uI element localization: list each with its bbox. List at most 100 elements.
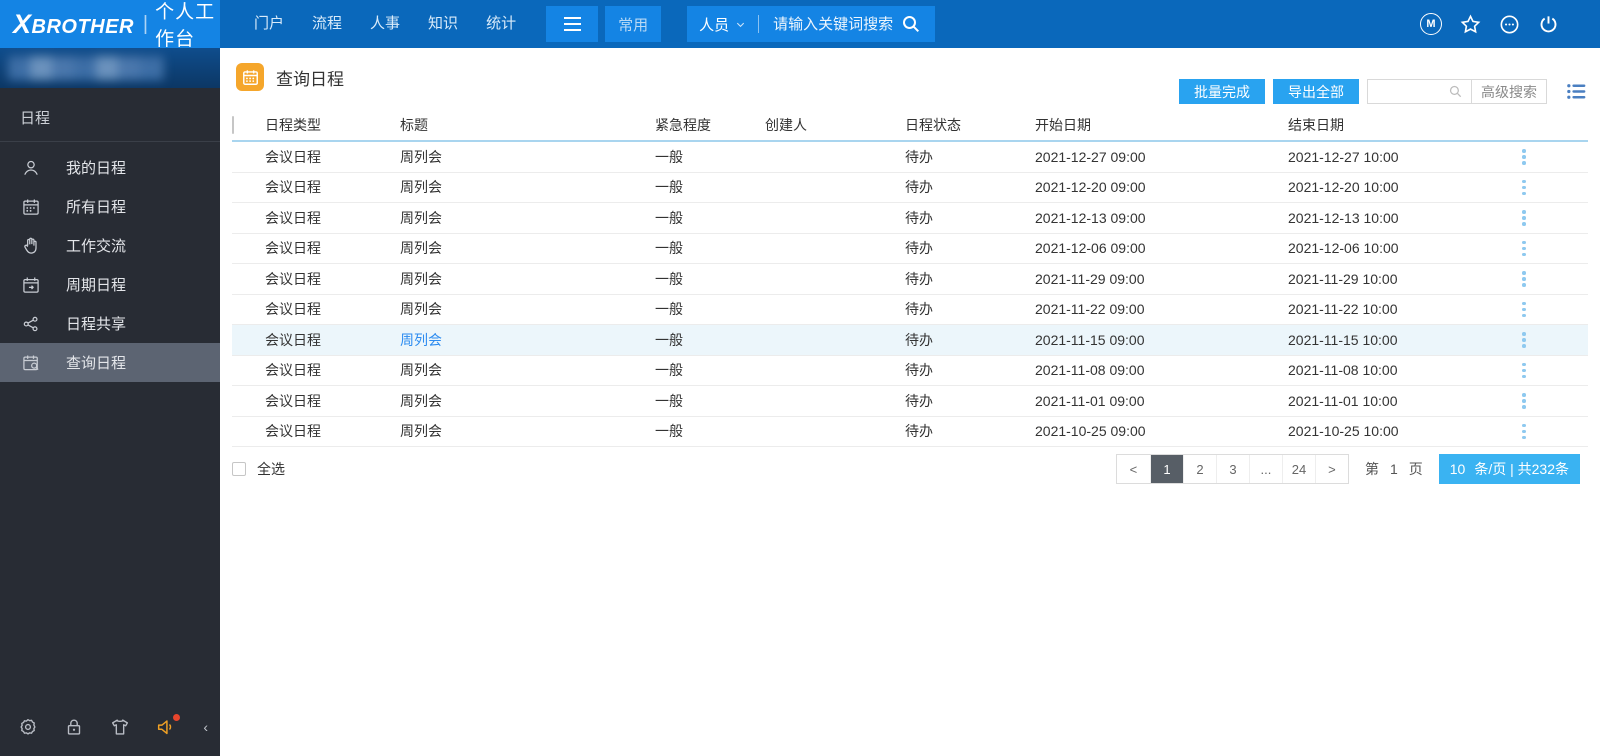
page-button[interactable]: 1	[1149, 455, 1183, 483]
export-all-button[interactable]: 导出全部	[1273, 79, 1359, 104]
search-icon[interactable]	[1447, 83, 1464, 100]
sidebar-item[interactable]: 我的日程	[0, 148, 220, 187]
list-view-icon[interactable]	[1565, 80, 1588, 103]
table-search-input[interactable]	[1368, 80, 1440, 103]
search-icon[interactable]	[899, 12, 923, 36]
next-page-button[interactable]: >	[1314, 455, 1348, 483]
table-row[interactable]: 会议日程 周列会 一般 待办 2021-12-27 09:00 2021-12-27 10…	[232, 142, 1588, 173]
more-icon[interactable]	[1497, 12, 1521, 36]
global-search: 人员	[687, 6, 936, 42]
column-header[interactable]: 标题	[400, 115, 655, 135]
cell-start-date: 2021-11-01 09:00	[1035, 392, 1145, 409]
sidebar-item[interactable]: 日程共享	[0, 304, 220, 343]
page-size-value: 10	[1449, 461, 1466, 477]
advanced-search-button[interactable]: 高级搜索	[1471, 80, 1546, 103]
sidebar-item-label: 我的日程	[66, 160, 127, 177]
announcement-speaker-icon[interactable]	[155, 714, 181, 738]
column-header[interactable]: 开始日期	[1035, 115, 1288, 135]
row-menu-icon[interactable]	[1514, 423, 1534, 439]
column-header[interactable]: 创建人	[765, 115, 905, 135]
row-menu-icon[interactable]	[1514, 393, 1534, 409]
select-all-checkbox[interactable]	[232, 462, 246, 476]
page-button[interactable]: 3	[1215, 455, 1249, 483]
cell-status: 待办	[905, 179, 933, 196]
table-row[interactable]: 会议日程 周列会 一般 待办 2021-11-01 09:00 2021-11-01 10…	[232, 386, 1588, 417]
topnav-item[interactable]: 流程	[298, 0, 356, 48]
search-category-dropdown[interactable]: 人员	[699, 14, 746, 35]
cell-title-link[interactable]: 周列会	[400, 330, 655, 350]
cell-title-link[interactable]: 周列会	[400, 208, 655, 228]
row-menu-icon[interactable]	[1514, 210, 1534, 226]
page-size-selector[interactable]: 10 条/页 | 共232条	[1438, 454, 1580, 484]
row-menu-icon[interactable]	[1514, 179, 1534, 195]
cell-title-link[interactable]: 周列会	[400, 238, 655, 258]
hand-icon	[21, 236, 41, 256]
lock-icon[interactable]	[63, 716, 85, 738]
page-button[interactable]: 2	[1182, 455, 1216, 483]
column-header[interactable]: 日程状态	[905, 115, 1035, 135]
cell-title-link[interactable]: 周列会	[400, 391, 655, 411]
topnav-item[interactable]: 知识	[414, 0, 472, 48]
cell-title-link[interactable]: 周列会	[400, 299, 655, 319]
page-jump-suffix: 页	[1408, 461, 1423, 477]
settings-gear-icon[interactable]	[17, 716, 39, 738]
sidebar-item[interactable]: 查询日程	[0, 343, 220, 382]
column-header[interactable]: 日程类型	[265, 115, 400, 135]
table-row[interactable]: 会议日程 周列会 一般 待办 2021-11-15 09:00 2021-11-15 10…	[232, 325, 1588, 356]
user-icon	[21, 158, 41, 178]
cell-urgency: 一般	[655, 362, 683, 379]
topnav-item[interactable]: 门户	[240, 0, 298, 48]
cell-title-link[interactable]: 周列会	[400, 360, 655, 380]
quick-access-button[interactable]: 常用	[605, 6, 662, 42]
cell-title-link[interactable]: 周列会	[400, 177, 655, 197]
page-button[interactable]: ...	[1248, 455, 1282, 483]
page-jump: 第 1 页	[1365, 459, 1423, 479]
page-size-info: 条/页 | 共232条	[1474, 461, 1569, 477]
row-menu-icon[interactable]	[1514, 149, 1534, 165]
table-row[interactable]: 会议日程 周列会 一般 待办 2021-11-22 09:00 2021-11-22 10…	[232, 295, 1588, 325]
logo-area[interactable]: XBROTHER | 个人工作台	[0, 0, 220, 50]
prev-page-button[interactable]: <	[1117, 455, 1150, 483]
table-row[interactable]: 会议日程 周列会 一般 待办 2021-12-06 09:00 2021-12-06 10…	[232, 234, 1588, 264]
cell-title-link[interactable]: 周列会	[400, 269, 655, 289]
table-row[interactable]: 会议日程 周列会 一般 待办 2021-12-20 09:00 2021-12-20 10…	[232, 173, 1588, 203]
cell-end-date: 2021-12-13 10:00	[1288, 209, 1399, 226]
sidebar-item[interactable]: 所有日程	[0, 187, 220, 226]
select-all-control[interactable]: 全选	[232, 459, 285, 479]
row-menu-icon[interactable]	[1514, 240, 1534, 256]
cell-end-date: 2021-11-15 10:00	[1288, 331, 1398, 348]
row-menu-icon[interactable]	[1514, 271, 1534, 287]
row-menu-icon[interactable]	[1514, 332, 1534, 348]
cell-end-date: 2021-11-08 10:00	[1288, 362, 1398, 379]
topnav-item[interactable]: 人事	[356, 0, 414, 48]
sidebar-item[interactable]: 周期日程	[0, 265, 220, 304]
power-icon[interactable]	[1536, 12, 1560, 36]
table-row[interactable]: 会议日程 周列会 一般 待办 2021-12-13 09:00 2021-12-13 10…	[232, 203, 1588, 234]
cell-title-link[interactable]: 周列会	[400, 147, 655, 167]
row-menu-icon[interactable]	[1514, 301, 1534, 317]
pagination: <1 2 3... 24 > 第 1 页 10 条/页 | 共232条	[1115, 454, 1580, 484]
brand-separator: |	[142, 12, 149, 35]
column-header[interactable]: 紧急程度	[655, 115, 765, 135]
page-jump-value[interactable]: 1	[1390, 461, 1398, 477]
select-all-header-checkbox[interactable]	[232, 116, 234, 134]
table-row[interactable]: 会议日程 周列会 一般 待办 2021-10-25 09:00 2021-10-25 10…	[232, 417, 1588, 447]
theme-shirt-icon[interactable]	[109, 716, 131, 738]
cell-title-link[interactable]: 周列会	[400, 421, 655, 441]
column-header[interactable]: 结束日期	[1288, 115, 1514, 135]
cell-start-date: 2021-11-08 09:00	[1035, 362, 1145, 379]
sidebar-item[interactable]: 工作交流	[0, 226, 220, 265]
sidebar-collapse-arrow[interactable]: ‹	[201, 719, 210, 735]
topnav-item[interactable]: 统计	[472, 0, 530, 48]
m-badge-icon[interactable]: M	[1419, 12, 1443, 36]
cell-schedule-type: 会议日程	[265, 392, 321, 409]
page-button[interactable]: 24	[1281, 455, 1315, 483]
table-row[interactable]: 会议日程 周列会 一般 待办 2021-11-29 09:00 2021-11-29 10…	[232, 264, 1588, 295]
global-search-input[interactable]	[771, 14, 900, 34]
batch-complete-button[interactable]: 批量完成	[1179, 79, 1265, 104]
page-title: 查询日程	[276, 69, 344, 89]
table-row[interactable]: 会议日程 周列会 一般 待办 2021-11-08 09:00 2021-11-08 10…	[232, 356, 1588, 386]
apps-menu-button[interactable]	[546, 6, 599, 42]
star-icon[interactable]	[1458, 12, 1482, 36]
row-menu-icon[interactable]	[1514, 362, 1534, 378]
